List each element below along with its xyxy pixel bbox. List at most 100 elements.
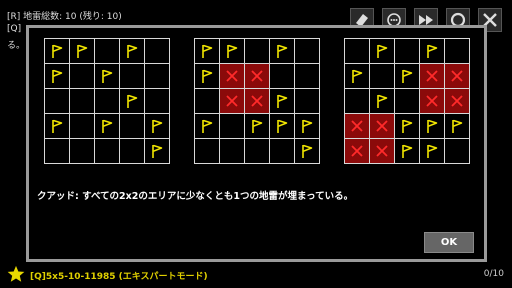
grid-cell — [420, 114, 445, 139]
grid-cell — [220, 39, 245, 64]
grid-cell — [295, 114, 320, 139]
flag-icon — [302, 144, 313, 158]
grid-cell — [245, 64, 270, 89]
grid-cell — [245, 139, 270, 164]
grid-cell — [245, 39, 270, 64]
grid-cell — [70, 39, 95, 64]
grid-cell — [295, 64, 320, 89]
flag-icon — [202, 119, 213, 133]
mine-x-icon — [426, 70, 438, 82]
grid-cell — [195, 139, 220, 164]
ok-button[interactable]: OK — [424, 232, 474, 253]
grid-cell — [270, 89, 295, 114]
grid-cell — [420, 39, 445, 64]
grid-cell — [420, 64, 445, 89]
header-line-1: [R] 地雷総数: 10 (残り: 10) — [7, 12, 122, 22]
flag-icon — [377, 44, 388, 58]
grid-cell — [245, 89, 270, 114]
grid-cell — [45, 89, 70, 114]
flag-icon — [402, 144, 413, 158]
grid-cell — [120, 114, 145, 139]
puzzle-id: [Q]5x5-10-11985 (エキスパートモード) — [30, 272, 208, 282]
grid-cell — [45, 39, 70, 64]
flag-icon — [152, 144, 163, 158]
grid-cell — [420, 139, 445, 164]
flag-icon — [302, 119, 313, 133]
grid-cell — [195, 39, 220, 64]
grid-cell — [95, 64, 120, 89]
grid-cell — [220, 114, 245, 139]
grid-cell — [445, 64, 470, 89]
grid-cell — [70, 89, 95, 114]
grid-cell — [370, 64, 395, 89]
grid-cell — [395, 114, 420, 139]
grid-cell — [145, 64, 170, 89]
grid-cell — [445, 89, 470, 114]
grid-cell — [345, 89, 370, 114]
mine-x-icon — [376, 145, 388, 157]
grid-cell — [445, 114, 470, 139]
star-icon — [7, 265, 25, 282]
grid-cell — [95, 139, 120, 164]
grid-cell — [395, 139, 420, 164]
grid-cell — [95, 39, 120, 64]
grid-cell — [370, 39, 395, 64]
grid-cell — [245, 114, 270, 139]
grid-cell — [295, 39, 320, 64]
grid-cell — [220, 89, 245, 114]
grid-cell — [195, 64, 220, 89]
flag-icon — [202, 44, 213, 58]
grid-cell — [445, 39, 470, 64]
flag-icon — [277, 44, 288, 58]
grid-cell — [370, 114, 395, 139]
grid-cell — [120, 89, 145, 114]
grid-cell — [395, 64, 420, 89]
footer: [Q]5x5-10-11985 (エキスパートモード) 0/10 — [0, 264, 512, 286]
flag-icon — [127, 44, 138, 58]
header-line-3: る。 — [7, 41, 26, 51]
mine-x-icon — [251, 95, 263, 107]
grid-cell — [420, 89, 445, 114]
mine-x-icon — [451, 95, 463, 107]
flag-icon — [252, 119, 263, 133]
flag-icon — [102, 69, 113, 83]
grid-cell — [195, 114, 220, 139]
grid-cell — [120, 39, 145, 64]
flag-icon — [402, 119, 413, 133]
flag-icon — [427, 144, 438, 158]
mine-x-icon — [376, 120, 388, 132]
flag-icon — [427, 44, 438, 58]
example-grid-1 — [44, 38, 170, 164]
grid-cell — [120, 139, 145, 164]
flag-icon — [52, 69, 63, 83]
grid-cell — [345, 114, 370, 139]
flag-icon — [77, 44, 88, 58]
grid-cell — [345, 39, 370, 64]
grid-cell — [45, 114, 70, 139]
grid-cell — [345, 139, 370, 164]
example-grid-2 — [194, 38, 320, 164]
flag-icon — [52, 119, 63, 133]
grid-cell — [295, 139, 320, 164]
flag-icon — [152, 119, 163, 133]
flag-icon — [352, 69, 363, 83]
flag-icon — [127, 94, 138, 108]
grid-cell — [395, 39, 420, 64]
grid-cell — [270, 114, 295, 139]
grid-cell — [70, 139, 95, 164]
grid-cell — [145, 89, 170, 114]
grid-cell — [70, 64, 95, 89]
flag-icon — [227, 44, 238, 58]
grid-cell — [195, 89, 220, 114]
rule-dialog: クアッド: すべての2x2のエリアに少なくとも1つの地雷が埋まっている。 OK — [26, 25, 487, 262]
grid-cell — [370, 139, 395, 164]
rule-description: クアッド: すべての2x2のエリアに少なくとも1つの地雷が埋まっている。 — [37, 191, 354, 202]
flag-icon — [52, 44, 63, 58]
grid-cell — [70, 114, 95, 139]
grid-cell — [120, 64, 145, 89]
mine-x-icon — [251, 70, 263, 82]
grid-cell — [445, 139, 470, 164]
grid-cell — [220, 64, 245, 89]
grid-cell — [145, 114, 170, 139]
grid-cell — [395, 89, 420, 114]
